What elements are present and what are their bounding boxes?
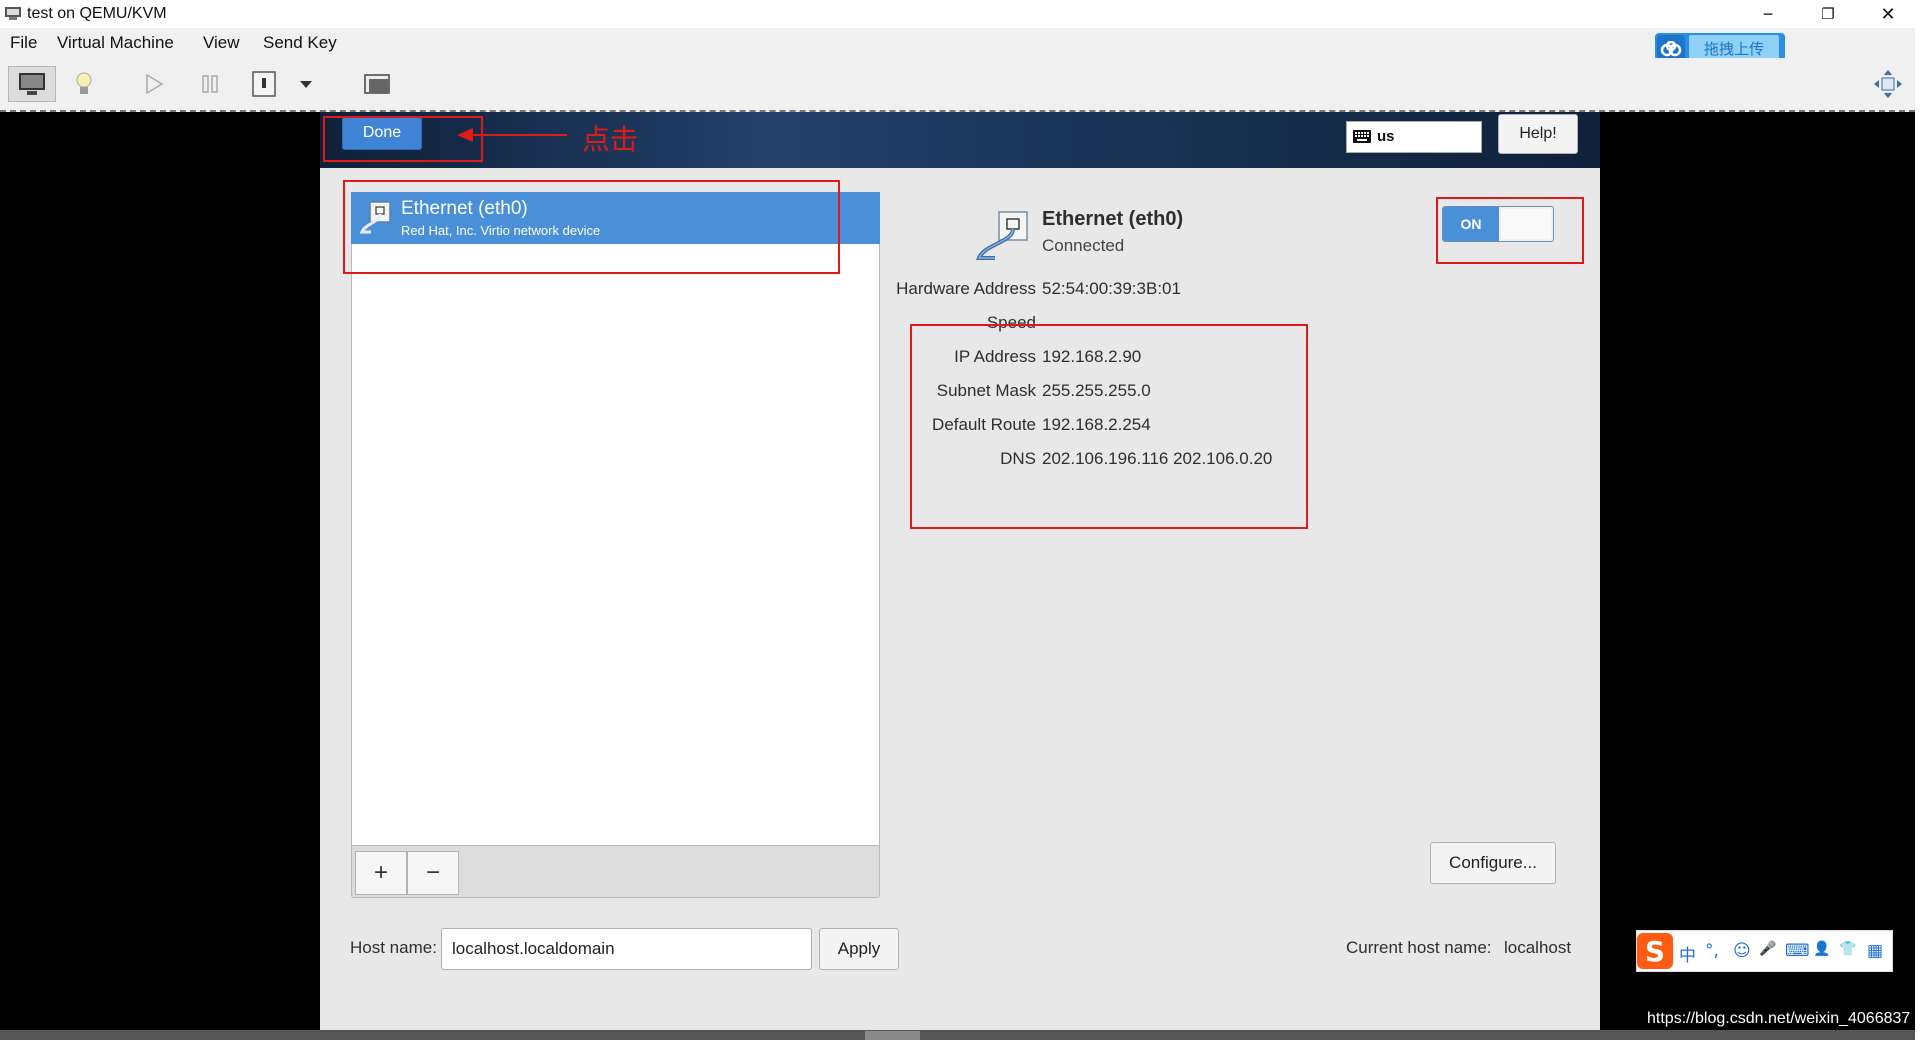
keyboard-icon [1353, 130, 1371, 143]
ime-toolbox-icon[interactable]: ▦ [1867, 941, 1883, 961]
restore-button[interactable]: ❐ [1805, 0, 1851, 28]
screenshot-icon[interactable] [358, 66, 398, 102]
menu-virtual-machine[interactable]: Virtual Machine [57, 33, 174, 53]
play-icon[interactable] [134, 66, 174, 102]
ip-address-value: 192.168.2.90 [1042, 347, 1142, 366]
interface-title: Ethernet (eth0) [1042, 208, 1184, 230]
ime-user-icon[interactable]: 👤 [1813, 941, 1830, 957]
annotation-note: 点击 [582, 123, 639, 156]
hostname-label: Host name: [350, 938, 437, 957]
ime-toolbar: S 中 °, ☺ 🎤 ⌨ 👤 👕 ▦ [1636, 930, 1893, 972]
ime-keyboard-icon[interactable]: ⌨ [1785, 941, 1810, 961]
sogou-logo-icon[interactable]: S [1637, 933, 1673, 969]
menu-send-key[interactable]: Send Key [263, 33, 337, 53]
desktop-edge [1915, 0, 1930, 1040]
current-hostname-value: localhost [1504, 938, 1572, 957]
lightbulb-icon[interactable] [64, 66, 104, 102]
network-wired-icon [975, 211, 1028, 260]
minimize-button[interactable]: − [1745, 0, 1791, 28]
dns-label: DNS [1000, 449, 1036, 468]
watermark: https://blog.csdn.net/weixin_4066837 [1647, 1010, 1911, 1027]
subnet-mask-label: Subnet Mask [936, 381, 1036, 400]
done-button[interactable]: Done [342, 116, 422, 150]
interface-status: Connected [1042, 236, 1125, 255]
bottom-scrollbar[interactable] [0, 1030, 1915, 1040]
keyboard-layout-label: us [1377, 128, 1395, 145]
default-route-value: 192.168.2.254 [1042, 415, 1151, 434]
connection-toggle[interactable]: ON [1442, 206, 1554, 242]
pause-icon[interactable] [190, 66, 230, 102]
current-hostname-label: Current host name: [1346, 938, 1492, 957]
menu-view[interactable]: View [203, 33, 240, 53]
device-list-item[interactable]: Ethernet (eth0) Red Hat, Inc. Virtio net… [351, 192, 880, 244]
scrollbar-thumb[interactable] [865, 1031, 920, 1040]
help-button[interactable]: Help! [1498, 114, 1578, 154]
ime-chinese-mode[interactable]: 中 [1679, 941, 1696, 966]
subnet-mask-value: 255.255.255.0 [1042, 381, 1151, 400]
fullscreen-icon[interactable] [1868, 66, 1908, 102]
apply-button[interactable]: Apply [819, 928, 899, 970]
device-name: Ethernet (eth0) [401, 198, 528, 219]
remove-device-button[interactable]: − [407, 851, 459, 895]
ime-voice-icon[interactable]: 🎤 [1759, 941, 1776, 957]
network-wired-icon [359, 201, 391, 234]
dns-value: 202.106.196.116 202.106.0.20 [1042, 449, 1273, 468]
hardware-address-label: Hardware Address [896, 279, 1036, 298]
toggle-on-label: ON [1443, 207, 1499, 241]
menu-file[interactable]: File [10, 33, 37, 53]
default-route-label: Default Route [932, 415, 1036, 434]
device-list-toolbar: + − [351, 846, 880, 898]
device-description: Red Hat, Inc. Virtio network device [401, 223, 601, 238]
toolbar [0, 58, 1915, 112]
dropdown-arrow-icon[interactable] [292, 66, 320, 102]
add-device-button[interactable]: + [355, 851, 407, 895]
virt-manager-icon [5, 7, 21, 20]
close-button[interactable]: ✕ [1865, 0, 1911, 28]
keyboard-layout-indicator[interactable]: us [1346, 121, 1482, 153]
ime-emoji-icon[interactable]: ☺ [1733, 941, 1751, 961]
monitor-icon[interactable] [8, 66, 56, 102]
ime-skin-icon[interactable]: 👕 [1839, 941, 1856, 957]
power-icon[interactable] [244, 66, 284, 102]
ime-punctuation-icon[interactable]: °, [1705, 941, 1719, 961]
ip-address-label: IP Address [954, 347, 1036, 366]
hostname-input[interactable] [441, 928, 812, 970]
configure-button[interactable]: Configure... [1430, 842, 1556, 884]
window-title: test on QEMU/KVM [27, 5, 167, 22]
toggle-knob [1501, 209, 1551, 239]
device-list [351, 192, 880, 846]
speed-label: Speed [986, 313, 1036, 332]
annotation-arrow-icon [457, 128, 567, 142]
hardware-address-value: 52:54:00:39:3B:01 [1042, 279, 1181, 298]
window-titlebar [0, 0, 1930, 28]
